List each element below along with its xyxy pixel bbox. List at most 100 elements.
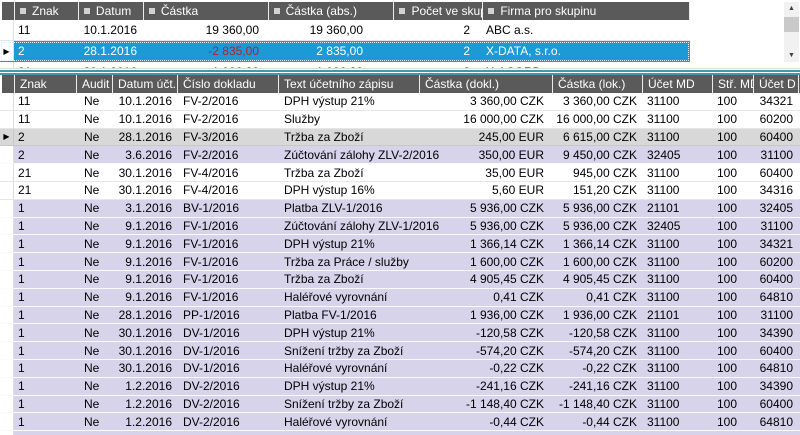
- cell-audit: Ne: [76, 415, 112, 429]
- cell-castka_lok: 5 936,00 CZK: [552, 201, 642, 215]
- table-row[interactable]: 1Ne28.1.2016PP-1/2016Platba FV-1/20161 9…: [0, 307, 800, 325]
- table-row[interactable]: 1110.1.201619 360,0019 360,002ABC a.s.: [0, 20, 690, 41]
- column-header-audit[interactable]: Audit: [77, 75, 113, 93]
- cell-cislo: PP-1/2016: [177, 308, 278, 322]
- cell-cislo: FV-2/2016: [177, 94, 278, 108]
- column-header-text[interactable]: Text účetního zápisu: [279, 75, 420, 93]
- column-header-castka_abs[interactable]: Částka (abs.): [269, 2, 395, 20]
- cell-ucet_d: 34316: [753, 183, 800, 197]
- cell-datum: 10.1.2016: [112, 94, 177, 108]
- table-row[interactable]: 1Ne9.1.2016FV-1/2016Haléřové vyrovnání0,…: [0, 289, 800, 307]
- cell-text: Tržba za Práce / služby: [278, 255, 419, 269]
- cell-znak: 21: [14, 183, 76, 197]
- cell-str_md: 100: [712, 237, 753, 251]
- table-row[interactable]: 1Ne9.1.2016FV-1/2016Tržba za Práce / slu…: [0, 253, 800, 271]
- table-row[interactable]: 1Ne1.2.2016DV-2/2016DPH výstup 21%-241,1…: [0, 378, 800, 396]
- cell-str_md: 100: [712, 112, 753, 126]
- cell-ucet_d: 64810: [753, 290, 800, 304]
- column-label: Částka: [161, 4, 198, 18]
- column-header-castka[interactable]: Částka: [144, 2, 269, 20]
- column-header-firma[interactable]: Firma pro skupinu: [483, 2, 690, 20]
- table-row[interactable]: 1Ne9.1.2016FV-1/2016DPH výstup 21%1 366,…: [0, 235, 800, 253]
- table-row[interactable]: 1Ne9.1.2016FV-1/2016Tržba za Zboží4 905,…: [0, 271, 800, 289]
- column-header-castka_lok[interactable]: Částka (lok.): [553, 75, 643, 93]
- cell-datum: 3.6.2016: [112, 148, 177, 162]
- table-row[interactable]: ▶2Ne28.1.2016FV-3/2016Tržba za Zboží245,…: [0, 129, 800, 147]
- table-row[interactable]: 1Ne1.2.2016DV-2/2016Haléřové vyrovnání-0…: [0, 413, 800, 431]
- cell-castka_dokl: -574,20 CZK: [419, 344, 552, 358]
- table-row[interactable]: 11Ne10.1.2016FV-2/2016Služby16 000,00 CZ…: [0, 111, 800, 129]
- cell-cislo: FV-1/2016: [177, 290, 278, 304]
- table-row[interactable]: 1Ne30.1.2016DV-1/2016Haléřové vyrovnání-…: [0, 360, 800, 378]
- cell-ucet_d: 31100: [753, 219, 800, 233]
- cell-castka_dokl: 5 936,00 CZK: [419, 219, 552, 233]
- table-row[interactable]: 2Ne3.6.2016FV-2/2016Zúčtování zálohy ZLV…: [0, 146, 800, 164]
- cell-text: Snížení tržby za Zboží: [278, 397, 419, 411]
- row-gutter: [0, 218, 14, 235]
- cell-datum: 28.1.2016: [112, 308, 177, 322]
- scroll-down-icon[interactable]: ▼: [784, 49, 799, 62]
- cell-audit: Ne: [76, 255, 112, 269]
- table-row[interactable]: 1Ne3.1.2016BV-1/2016Platba ZLV-1/20165 9…: [0, 200, 800, 218]
- top-table-scrollbar[interactable]: ▲ ▼: [784, 2, 799, 62]
- column-header-pocet[interactable]: Počet ve skupině: [394, 2, 483, 20]
- row-gutter: [0, 324, 14, 341]
- cell-cislo: BV-1/2016: [177, 201, 278, 215]
- cell-pocet: 2: [392, 44, 481, 58]
- cell-ucet_md: 31100: [642, 361, 712, 375]
- cell-castka_lok: 0,41 CZK: [552, 290, 642, 304]
- cell-text: DPH výstup 21%: [278, 379, 419, 393]
- column-label: Účet D: [759, 77, 796, 91]
- column-header-str_md[interactable]: Stř. MD: [713, 75, 754, 93]
- cell-text: Služby: [278, 112, 419, 126]
- column-header-castka_dokl[interactable]: Částka (dokl.): [420, 75, 553, 93]
- cell-audit: Ne: [76, 272, 112, 286]
- cell-castka_lok: -574,20 CZK: [552, 344, 642, 358]
- groups-table-header: ZnakDatum Částka Částka (abs.)Počet ve sku…: [2, 2, 690, 20]
- scrollbar-thumb[interactable]: [784, 17, 799, 32]
- column-header-ucet_d[interactable]: Účet D: [754, 75, 799, 93]
- cell-ucet_md: 32405: [642, 219, 712, 233]
- table-row[interactable]: 1Ne1.2.2016DV-2/2016Snížení tržby za Zbo…: [0, 396, 800, 414]
- cell-ucet_md: 31100: [642, 255, 712, 269]
- cell-castka: -2 835,00: [141, 44, 266, 58]
- table-row[interactable]: 21Ne30.1.2016FV-4/2016Tržba za Zboží35,0…: [0, 164, 800, 182]
- column-header-znak[interactable]: Znak: [15, 2, 79, 20]
- cell-audit: Ne: [76, 219, 112, 233]
- cell-ucet_d: 64810: [753, 361, 800, 375]
- scroll-up-icon[interactable]: ▲: [784, 2, 799, 15]
- cell-cislo: DV-2/2016: [177, 379, 278, 393]
- cell-str_md: 100: [712, 361, 753, 375]
- column-header-znak[interactable]: Znak: [15, 75, 77, 93]
- cell-znak: 1: [14, 344, 76, 358]
- cell-text: Haléřové vyrovnání: [278, 415, 419, 429]
- column-header-datum[interactable]: Datum účt.: [113, 75, 178, 93]
- cell-text: DPH výstup 16%: [278, 183, 419, 197]
- cell-audit: Ne: [76, 148, 112, 162]
- column-label: Text účetního zápisu: [284, 77, 393, 91]
- cell-datum: 30.1.2016: [112, 166, 177, 180]
- table-row[interactable]: 1Ne30.1.2016DV-1/2016Snížení tržby za Zb…: [0, 342, 800, 360]
- cell-text: DPH výstup 21%: [278, 326, 419, 340]
- cell-ucet_d: 34321: [753, 237, 800, 251]
- cell-ucet_d: 60200: [753, 112, 800, 126]
- entries-table-header: ZnakAuditDatum účt.Číslo dokladu Text úče…: [2, 75, 800, 93]
- row-gutter: [0, 413, 14, 430]
- column-header-cislo[interactable]: Číslo dokladu: [178, 75, 279, 93]
- cell-str_md: 100: [712, 166, 753, 180]
- cell-castka_dokl: 245,00 EUR: [419, 130, 552, 144]
- row-gutter: [0, 200, 14, 217]
- column-header-ucet_md[interactable]: Účet MD: [643, 75, 713, 93]
- cell-str_md: 100: [712, 148, 753, 162]
- table-row[interactable]: 1Ne30.1.2016DV-1/2016DPH výstup 21%-120,…: [0, 324, 800, 342]
- table-row[interactable]: 1Ne9.1.2016FV-1/2016Zúčtování zálohy ZLV…: [0, 218, 800, 236]
- column-header-datum[interactable]: Datum: [79, 2, 144, 20]
- table-row[interactable]: 11Ne10.1.2016FV-2/2016DPH výstup 21%3 36…: [0, 93, 800, 111]
- cell-text: Snížení tržby za Zboží: [278, 344, 419, 358]
- table-row[interactable]: ▶228.1.2016-2 835,002 835,002X-DATA, s.r…: [0, 41, 690, 62]
- table-row[interactable]: 21Ne30.1.2016FV-4/2016DPH výstup 16%5,60…: [0, 182, 800, 200]
- cell-text: Zúčtování zálohy ZLV-2/2016: [278, 148, 419, 162]
- cell-datum: 30.1.2016: [112, 344, 177, 358]
- horizontal-splitter[interactable]: [0, 68, 800, 75]
- cell-text: Haléřové vyrovnání: [278, 290, 419, 304]
